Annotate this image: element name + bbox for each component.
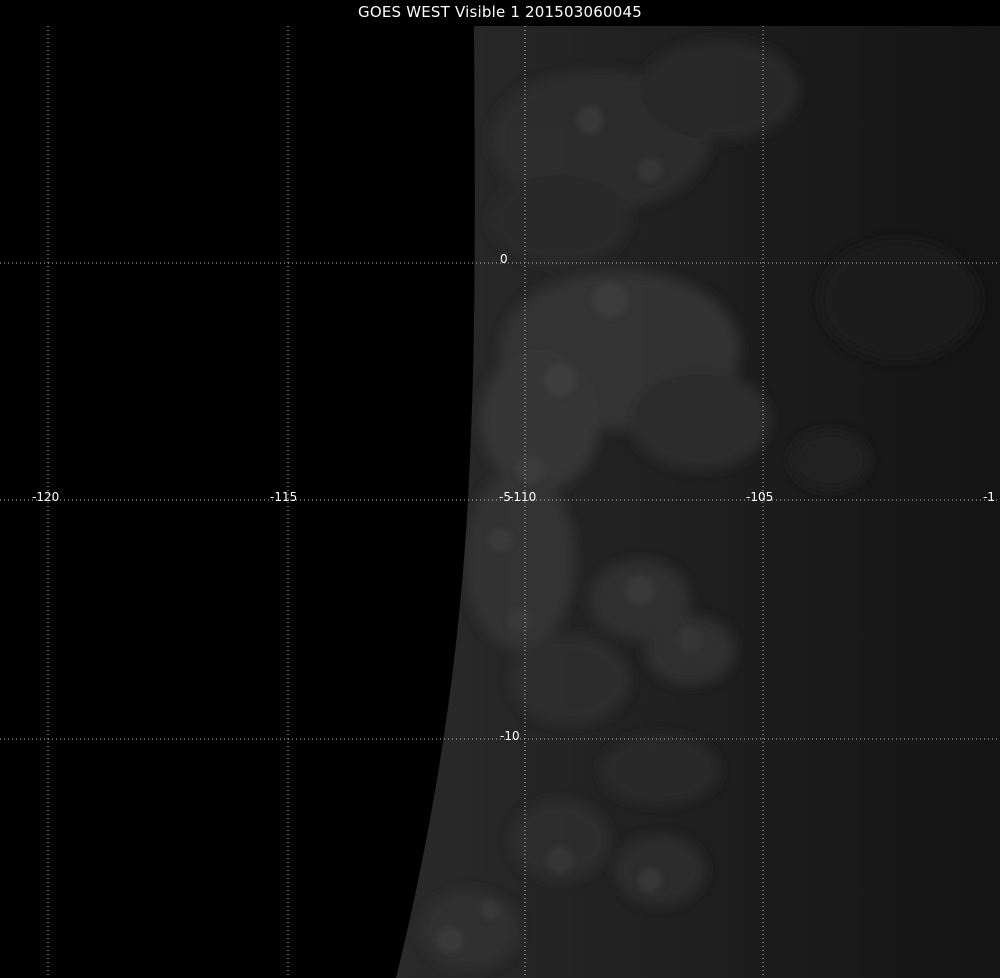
lat-label-0: 0	[500, 252, 508, 266]
lon-label-120: -120	[32, 490, 60, 504]
lon-label-100: -1	[983, 490, 995, 504]
lat-label-minus10: -10	[500, 729, 520, 743]
image-title: GOES WEST Visible 1 201503060045	[358, 3, 642, 21]
title-bar: GOES WEST Visible 1 201503060045	[0, 0, 1000, 26]
lon-label-105: -105	[746, 490, 774, 504]
lon-label-115: -115	[270, 490, 298, 504]
lon-label-110: -110	[509, 490, 537, 504]
